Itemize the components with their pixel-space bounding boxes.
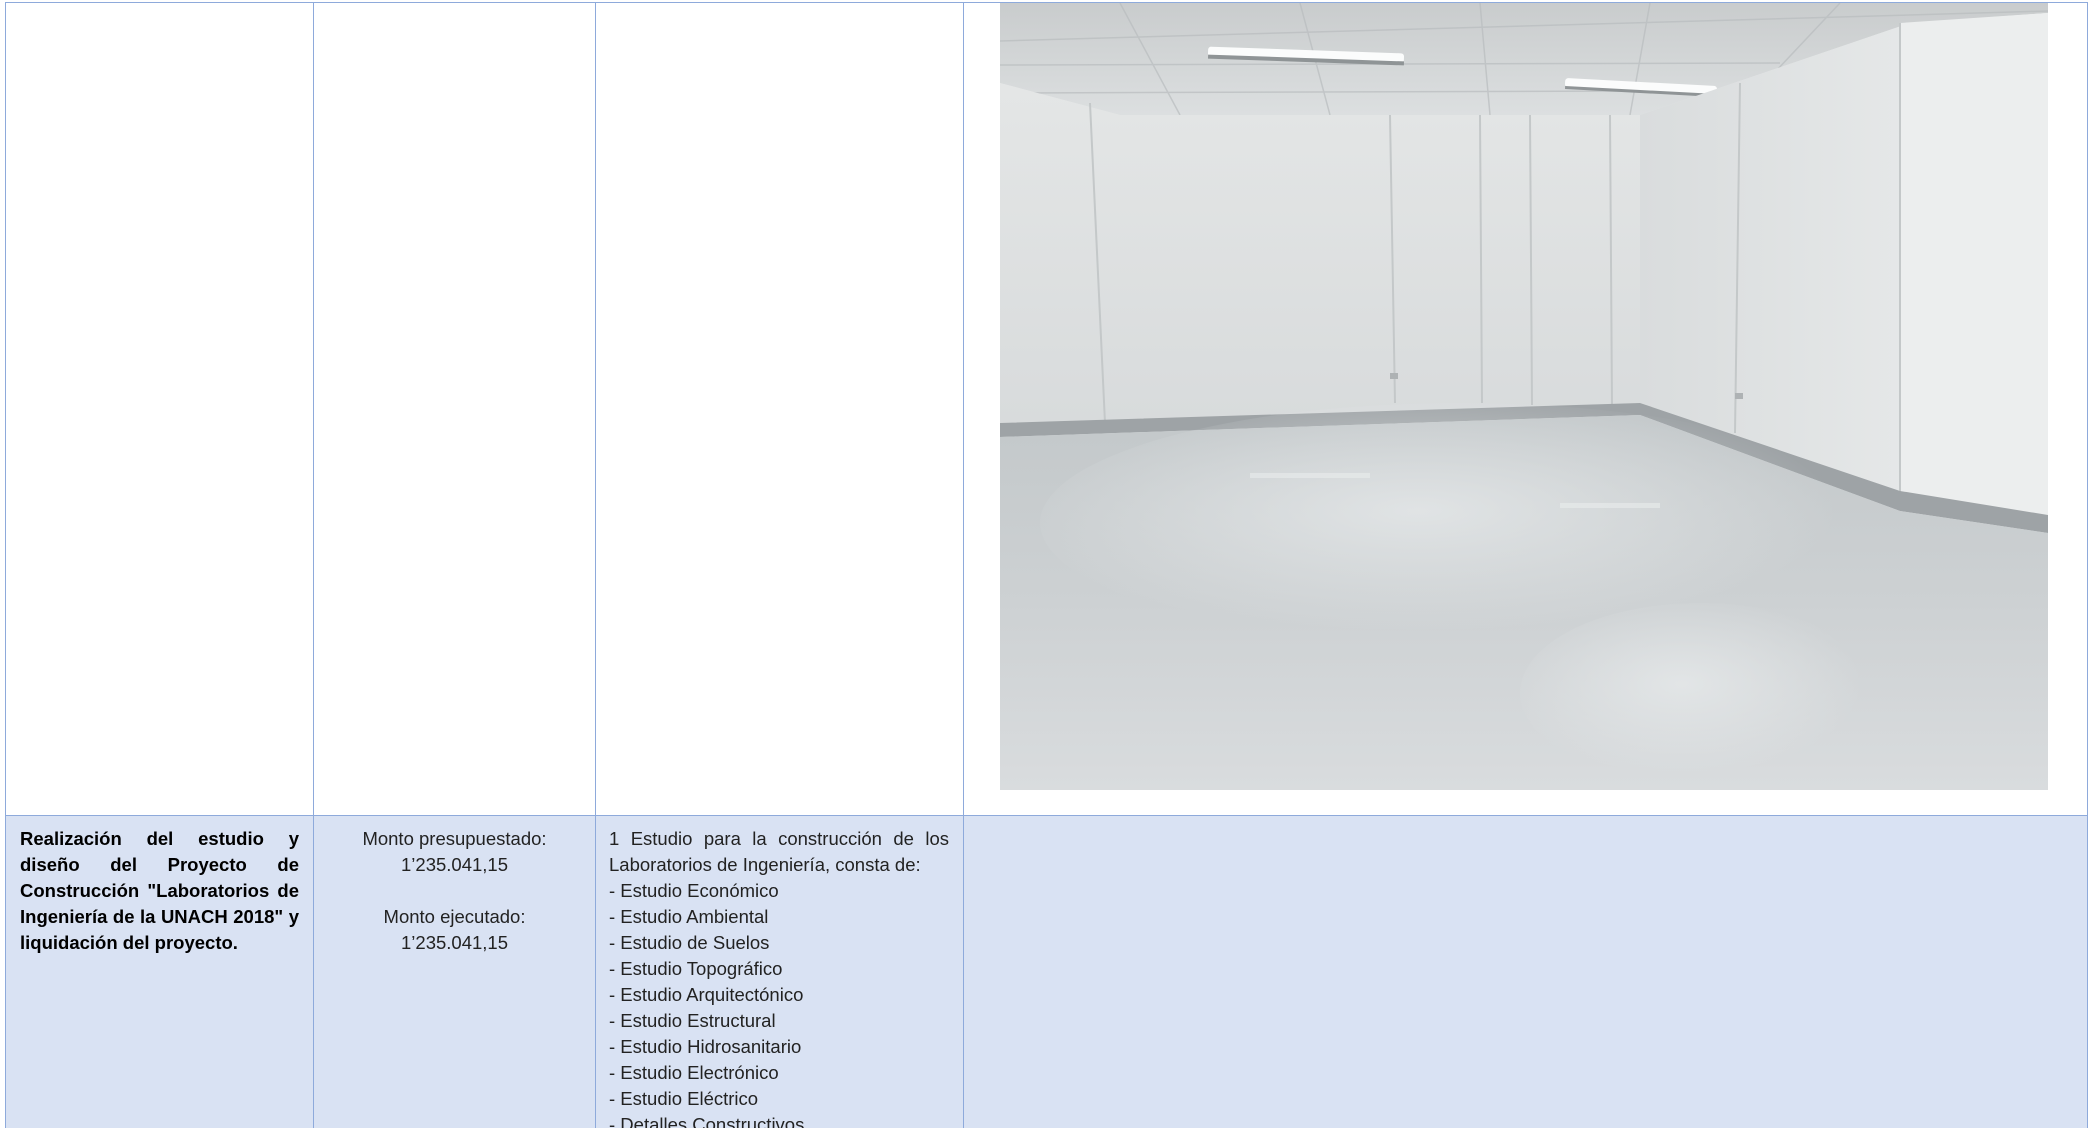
description-cell: 1 Estudio para la construcción de los La…	[595, 815, 964, 1128]
studies-list: - Estudio Económico - Estudio Ambiental …	[609, 878, 949, 1128]
laboratory-photo	[1000, 3, 2048, 790]
empty-cell	[5, 2, 314, 816]
list-item: - Estudio Eléctrico	[609, 1088, 759, 1109]
budget-value: 1’235.041,15	[401, 854, 508, 875]
room-illustration	[1000, 3, 2048, 790]
budget-label: Monto presupuestado:	[362, 828, 547, 849]
list-item: - Estudio Económico	[609, 880, 779, 901]
list-item: - Estudio de Suelos	[609, 932, 770, 953]
project-title-cell: Realización del estudio y diseño del Pro…	[5, 815, 314, 1128]
executed-label: Monto ejecutado:	[383, 906, 526, 927]
list-item: - Detalles Constructivos	[609, 1114, 805, 1128]
list-item: - Estudio Topográfico	[609, 958, 783, 979]
photo-cell	[963, 2, 2088, 816]
executed-value: 1’235.041,15	[401, 932, 508, 953]
list-item: - Estudio Ambiental	[609, 906, 769, 927]
table-row: Realización del estudio y diseño del Pro…	[5, 815, 2088, 1128]
empty-photo-cell	[963, 815, 2088, 1128]
amount-cell: Monto presupuestado: 1’235.041,15 Monto …	[313, 815, 596, 1128]
table-row	[5, 2, 2088, 816]
projects-table: Realización del estudio y diseño del Pro…	[5, 2, 2088, 1128]
list-item: - Estudio Estructural	[609, 1010, 776, 1031]
list-item: - Estudio Hidrosanitario	[609, 1036, 802, 1057]
amounts: Monto presupuestado: 1’235.041,15 Monto …	[314, 826, 595, 956]
list-item: - Estudio Arquitectónico	[609, 984, 804, 1005]
empty-cell	[313, 2, 596, 816]
empty-cell	[595, 2, 964, 816]
document-page: Realización del estudio y diseño del Pro…	[0, 0, 2092, 1128]
list-item: - Estudio Electrónico	[609, 1062, 779, 1083]
description: 1 Estudio para la construcción de los La…	[596, 826, 963, 1128]
description-intro: 1 Estudio para la construcción de los La…	[609, 828, 949, 875]
project-title: Realización del estudio y diseño del Pro…	[20, 828, 299, 953]
